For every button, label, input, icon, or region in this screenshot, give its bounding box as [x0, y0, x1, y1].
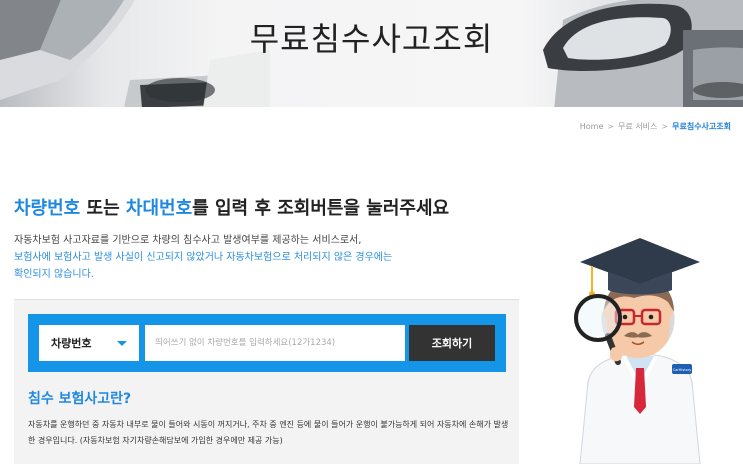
search-button[interactable]: 조회하기: [409, 325, 495, 361]
caret-down-icon: [117, 341, 127, 346]
heading-text: 또는: [80, 198, 126, 219]
breadcrumb-separator: >: [607, 122, 615, 131]
name-badge: CarHistory: [673, 368, 691, 372]
page-banner: 무료침수사고조회: [0, 0, 743, 107]
info-title: 침수 보험사고란?: [28, 391, 132, 407]
heading-highlight-vin: 차대번호: [125, 198, 193, 219]
plate-number-input[interactable]: [145, 325, 405, 361]
service-description: 자동차보험 사고자료를 기반으로 차량의 침수사고 발생여부를 제공하는 서비스…: [14, 232, 514, 283]
heading-highlight-plate: 차량번호: [14, 198, 81, 219]
doctor-character-illustration: CarHistory: [574, 238, 701, 464]
instruction-heading: 차량번호 또는 차대번호를 입력 후 조회버튼을 눌러주세요: [14, 194, 449, 220]
breadcrumb: Home > 무료 서비스 > 무료침수사고조회: [580, 121, 731, 132]
description-line-notice: 보험사에 보험사고 발생 사실이 신고되지 않았거나 자동차보험으로 처리되지 …: [14, 252, 393, 263]
search-bar: 차량번호 조회하기: [28, 314, 506, 372]
breadcrumb-free-service[interactable]: 무료 서비스: [618, 121, 657, 132]
info-text: 자동차를 운행하던 중 자동차 내부로 물이 들어와 시동이 꺼지거나, 주차 …: [28, 420, 509, 445]
search-type-select[interactable]: 차량번호: [39, 325, 139, 361]
breadcrumb-home[interactable]: Home: [580, 122, 604, 131]
heading-text: 를 입력 후 조회버튼을 눌러주세요: [192, 198, 450, 219]
description-line: 자동차보험 사고자료를 기반으로 차량의 침수사고 발생여부를 제공하는 서비스…: [14, 235, 362, 246]
breadcrumb-separator: >: [661, 122, 669, 131]
page-title: 무료침수사고조회: [249, 20, 494, 58]
search-panel: 차량번호 조회하기 침수 보험사고란? 자동차를 운행하던 중 자동차 내부로 …: [14, 299, 519, 464]
description-line-notice: 확인되지 않습니다.: [14, 269, 94, 280]
breadcrumb-current: 무료침수사고조회: [672, 122, 731, 131]
search-type-value: 차량번호: [51, 337, 92, 350]
